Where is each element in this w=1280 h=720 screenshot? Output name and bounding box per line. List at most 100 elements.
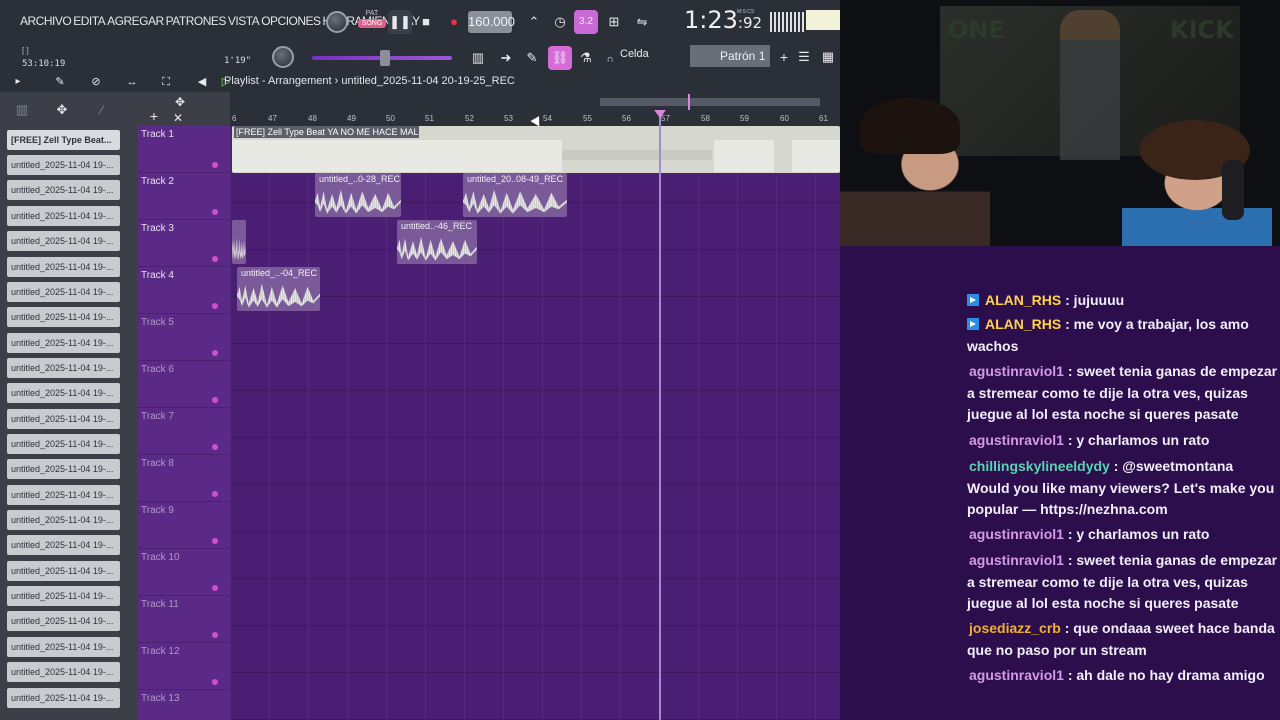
- track-header[interactable]: Track 1: [138, 126, 230, 173]
- pattern-item[interactable]: untitled_2025-11-04 19-...: [7, 611, 120, 631]
- stamp-icon[interactable]: ⚗: [574, 46, 598, 70]
- pattern-item[interactable]: untitled_2025-11-04 19-...: [7, 561, 120, 581]
- track-header[interactable]: Track 4: [138, 267, 230, 314]
- pause-button[interactable]: ❚❚: [388, 10, 412, 34]
- audio-clip[interactable]: untitled_..-04_REC: [237, 267, 320, 311]
- track-active-dot[interactable]: [212, 397, 218, 403]
- ruler-tick: 53: [504, 114, 513, 123]
- pattern-item[interactable]: untitled_2025-11-04 19-...: [7, 688, 120, 708]
- track-active-dot[interactable]: [212, 303, 218, 309]
- pattern-item[interactable]: untitled_2025-11-04 19-...: [7, 586, 120, 606]
- track-label: Track 8: [141, 458, 174, 469]
- pat-song-toggle[interactable]: PAT SONG: [358, 10, 386, 34]
- link-icon[interactable]: ⛓: [548, 46, 572, 70]
- pattern-item[interactable]: untitled_2025-11-04 19-...: [7, 257, 120, 277]
- audio-clip[interactable]: [232, 220, 246, 264]
- pencil-tool-icon[interactable]: ✎: [48, 70, 72, 94]
- track-header[interactable]: Track 9: [138, 502, 230, 549]
- pitch-knob[interactable]: [272, 46, 294, 68]
- track-active-dot[interactable]: [212, 491, 218, 497]
- snap-select[interactable]: Celda: [620, 48, 670, 64]
- pattern-item[interactable]: untitled_2025-11-04 19-...: [7, 409, 120, 429]
- audio-clip[interactable]: untitled..-46_REC: [397, 220, 477, 264]
- overview-bar[interactable]: [230, 92, 840, 112]
- track-header[interactable]: Track 7: [138, 408, 230, 455]
- menu-agregar[interactable]: AGREGAR: [107, 14, 164, 28]
- overview-window[interactable]: [600, 98, 820, 106]
- track-header[interactable]: Track 13: [138, 690, 230, 720]
- blend-notes-icon[interactable]: ⇋: [630, 10, 654, 34]
- loop-record-icon[interactable]: ◷: [548, 10, 572, 34]
- pattern-item[interactable]: untitled_2025-11-04 19-...: [7, 307, 120, 327]
- pattern-item[interactable]: untitled_2025-11-04 19-...: [7, 459, 120, 479]
- pattern-item[interactable]: untitled_2025-11-04 19-...: [7, 434, 120, 454]
- arrow-icon[interactable]: ▸: [6, 70, 30, 94]
- track-active-dot[interactable]: [212, 538, 218, 544]
- track-header[interactable]: Track 11: [138, 596, 230, 643]
- magnet-icon[interactable]: ∩: [598, 48, 622, 72]
- slip-tool-icon[interactable]: ↔: [120, 70, 144, 94]
- audio-clip[interactable]: untitled_20..08-49_REC: [463, 173, 567, 217]
- menu-archivo[interactable]: ARCHIVO: [20, 14, 72, 28]
- playhead-line[interactable]: [659, 112, 661, 720]
- menu-opciones[interactable]: OPCIONES: [261, 14, 321, 28]
- pattern-item[interactable]: untitled_2025-11-04 19-...: [7, 231, 120, 251]
- audio-clip[interactable]: [FREE] Zell Type Beat YA NO ME HACE MAL: [232, 126, 840, 173]
- track-active-dot[interactable]: [212, 350, 218, 356]
- master-volume-knob[interactable]: [326, 11, 348, 33]
- track-label: Track 12: [141, 646, 180, 657]
- pattern-item[interactable]: untitled_2025-11-04 19-...: [7, 282, 120, 302]
- grid-icon[interactable]: ▥: [10, 98, 34, 122]
- pattern-item[interactable]: untitled_2025-11-04 19-...: [7, 535, 120, 555]
- menu-vista[interactable]: VISTA: [228, 14, 260, 28]
- delete-tool-icon[interactable]: ⊘: [84, 70, 108, 94]
- pattern-item[interactable]: untitled_2025-11-04 19-...: [7, 485, 120, 505]
- track-header[interactable]: Track 6: [138, 361, 230, 408]
- track-active-dot[interactable]: [212, 679, 218, 685]
- playhead-marker[interactable]: [654, 110, 666, 118]
- track-active-dot[interactable]: [212, 162, 218, 168]
- arrow-right-icon[interactable]: ➜: [494, 46, 518, 70]
- speaker-icon[interactable]: ◀: [190, 70, 214, 94]
- expand-icon[interactable]: ✥: [50, 98, 74, 122]
- pattern-select[interactable]: Patrón 1: [690, 45, 770, 67]
- track-header[interactable]: Track 8: [138, 455, 230, 502]
- piano-icon[interactable]: ▥: [466, 46, 490, 70]
- audio-clip[interactable]: untitled_..0-28_REC: [315, 173, 401, 217]
- mixer-icon[interactable]: ☰: [792, 45, 816, 69]
- pattern-item[interactable]: untitled_2025-11-04 19-...: [7, 383, 120, 403]
- menu-edita[interactable]: EDITA: [73, 14, 105, 28]
- track-active-dot[interactable]: [212, 632, 218, 638]
- tempo-display[interactable]: 160.000: [468, 11, 515, 33]
- pencil-icon[interactable]: ✎: [520, 46, 544, 70]
- track-header[interactable]: Track 12: [138, 643, 230, 690]
- track-header[interactable]: Track 3: [138, 220, 230, 267]
- add-track-icon[interactable]: +: [142, 104, 166, 128]
- pattern-item[interactable]: untitled_2025-11-04 19-...: [7, 206, 120, 226]
- track-header[interactable]: Track 10: [138, 549, 230, 596]
- pattern-item[interactable]: untitled_2025-11-04 19-...: [7, 333, 120, 353]
- track-active-dot[interactable]: [212, 585, 218, 591]
- track-header[interactable]: Track 2: [138, 173, 230, 220]
- expand-arrows-icon[interactable]: ✥: [168, 90, 192, 114]
- track-active-dot[interactable]: [212, 444, 218, 450]
- pattern-item[interactable]: untitled_2025-11-04 19-...: [7, 637, 120, 657]
- channel-rack-icon[interactable]: ▦: [816, 45, 840, 69]
- pattern-item[interactable]: [FREE] Zell Type Beat...: [7, 130, 120, 150]
- metronome-icon[interactable]: ⌃: [522, 10, 546, 34]
- record-button[interactable]: ●: [442, 10, 466, 34]
- track-active-dot[interactable]: [212, 256, 218, 262]
- slider-thumb[interactable]: [380, 50, 390, 66]
- pattern-item[interactable]: untitled_2025-11-04 19-...: [7, 662, 120, 682]
- brush-icon[interactable]: ⁄: [90, 98, 114, 122]
- track-header[interactable]: Track 5: [138, 314, 230, 361]
- pattern-item[interactable]: untitled_2025-11-04 19-...: [7, 358, 120, 378]
- snap-value[interactable]: 3.2: [574, 10, 598, 34]
- pattern-item[interactable]: untitled_2025-11-04 19-...: [7, 180, 120, 200]
- pattern-item[interactable]: untitled_2025-11-04 19-...: [7, 510, 120, 530]
- stop-button[interactable]: ■: [414, 10, 438, 34]
- track-active-dot[interactable]: [212, 209, 218, 215]
- step-edit-icon[interactable]: ⊞: [602, 10, 626, 34]
- pattern-item[interactable]: untitled_2025-11-04 19-...: [7, 155, 120, 175]
- menu-patrones[interactable]: PATRONES: [166, 14, 227, 28]
